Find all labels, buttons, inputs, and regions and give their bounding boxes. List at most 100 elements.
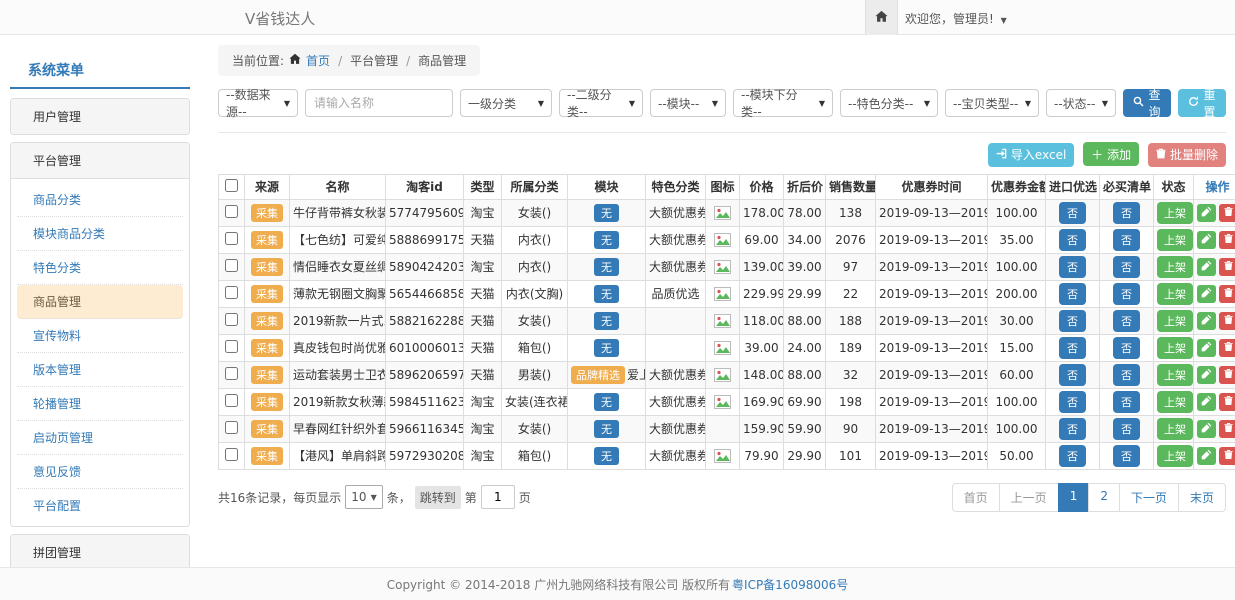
breadcrumb-home-link[interactable]: 首页 [306,52,330,69]
import-excel-button[interactable]: 导入excel [988,143,1074,167]
name-search-input[interactable] [305,89,453,117]
must-buy-toggle[interactable]: 否 [1113,310,1140,332]
page-number-input[interactable] [481,485,515,509]
edit-button[interactable] [1197,420,1216,438]
row-checkbox[interactable] [225,421,238,434]
import-select-toggle[interactable]: 否 [1059,283,1086,305]
row-checkbox[interactable] [225,448,238,461]
edit-button[interactable] [1197,339,1216,357]
sidebar-item[interactable]: 意见反馈 [17,455,183,489]
import-select-toggle[interactable]: 否 [1059,202,1086,224]
must-buy-toggle[interactable]: 否 [1113,364,1140,386]
row-checkbox[interactable] [225,259,238,272]
edit-button[interactable] [1197,393,1216,411]
row-checkbox[interactable] [225,232,238,245]
add-button[interactable]: ＋ 添加 [1083,142,1139,166]
filter-select[interactable]: 一级分类▼ [460,89,552,117]
edit-button[interactable] [1197,447,1216,465]
must-buy-toggle[interactable]: 否 [1113,256,1140,278]
import-select-toggle[interactable]: 否 [1059,229,1086,251]
filter-select[interactable]: --数据来源--▼ [218,89,298,117]
import-select-toggle[interactable]: 否 [1059,418,1086,440]
sidebar-group-label[interactable]: 平台管理 [11,143,189,178]
search-button[interactable]: 查询 [1123,89,1171,117]
filter-select[interactable]: --特色分类--▼ [840,89,938,117]
delete-button[interactable] [1219,312,1235,330]
delete-button[interactable] [1219,393,1235,411]
status-badge[interactable]: 上架 [1157,256,1193,278]
edit-button[interactable] [1197,285,1216,303]
user-menu[interactable]: 欢迎您，管理员! ▼ [905,10,1007,27]
delete-button[interactable] [1219,447,1235,465]
filter-select[interactable]: --模块--▼ [650,89,726,117]
delete-button[interactable] [1219,258,1235,276]
sidebar-item[interactable]: 商品分类 [17,183,183,217]
delete-button[interactable] [1219,339,1235,357]
row-checkbox[interactable] [225,286,238,299]
must-buy-toggle[interactable]: 否 [1113,445,1140,467]
reset-button[interactable]: 重置 [1178,89,1226,117]
sidebar-item[interactable]: 商品管理 [17,285,183,319]
status-badge[interactable]: 上架 [1157,445,1193,467]
row-checkbox[interactable] [225,394,238,407]
icp-link[interactable]: 粤ICP备16098006号 [732,576,848,593]
filter-select[interactable]: --状态--▼ [1046,89,1116,117]
delete-button[interactable] [1219,204,1235,222]
edit-button[interactable] [1197,231,1216,249]
page-button[interactable]: 下一页 [1119,483,1179,512]
must-buy-toggle[interactable]: 否 [1113,283,1140,305]
filter-select[interactable]: --模块下分类--▼ [733,89,833,117]
import-select-toggle[interactable]: 否 [1059,445,1086,467]
must-buy-toggle[interactable]: 否 [1113,337,1140,359]
must-buy-toggle[interactable]: 否 [1113,202,1140,224]
sidebar-item[interactable]: 模块商品分类 [17,217,183,251]
row-checkbox[interactable] [225,367,238,380]
status-badge[interactable]: 上架 [1157,310,1193,332]
page-button[interactable]: 上一页 [999,483,1059,512]
status-badge[interactable]: 上架 [1157,202,1193,224]
import-select-toggle[interactable]: 否 [1059,310,1086,332]
sidebar-item[interactable]: 启动页管理 [17,421,183,455]
sidebar-item[interactable]: 轮播管理 [17,387,183,421]
delete-button[interactable] [1219,231,1235,249]
import-select-toggle[interactable]: 否 [1059,337,1086,359]
page-button[interactable]: 2 [1088,483,1120,512]
row-checkbox[interactable] [225,340,238,353]
row-checkbox[interactable] [225,313,238,326]
status-badge[interactable]: 上架 [1157,283,1193,305]
must-buy-toggle[interactable]: 否 [1113,418,1140,440]
status-badge[interactable]: 上架 [1157,229,1193,251]
delete-button[interactable] [1219,366,1235,384]
page-size-select[interactable]: 10 ▼ [345,485,382,509]
sidebar-item[interactable]: 版本管理 [17,353,183,387]
delete-button[interactable] [1219,285,1235,303]
status-badge[interactable]: 上架 [1157,337,1193,359]
must-buy-toggle[interactable]: 否 [1113,391,1140,413]
page-button[interactable]: 末页 [1178,483,1226,512]
status-badge[interactable]: 上架 [1157,391,1193,413]
sidebar-item[interactable]: 特色分类 [17,251,183,285]
jump-to-button[interactable]: 跳转到 [415,486,461,509]
row-checkbox[interactable] [225,205,238,218]
sidebar-item[interactable]: 宣传物料 [17,319,183,353]
sidebar-group-label[interactable]: 用户管理 [11,99,189,134]
must-buy-toggle[interactable]: 否 [1113,229,1140,251]
status-badge[interactable]: 上架 [1157,364,1193,386]
delete-button[interactable] [1219,420,1235,438]
filter-select[interactable]: --二级分类--▼ [559,89,643,117]
sidebar-group-label[interactable]: 拼团管理 [11,535,189,570]
edit-button[interactable] [1197,312,1216,330]
edit-button[interactable] [1197,204,1216,222]
edit-button[interactable] [1197,258,1216,276]
status-badge[interactable]: 上架 [1157,418,1193,440]
home-button[interactable] [865,0,898,35]
select-all-checkbox[interactable] [225,179,238,192]
import-select-toggle[interactable]: 否 [1059,256,1086,278]
batch-delete-button[interactable]: 批量删除 [1148,143,1226,167]
edit-button[interactable] [1197,366,1216,384]
sidebar-item[interactable]: 平台配置 [17,489,183,522]
filter-select[interactable]: --宝贝类型--▼ [945,89,1039,117]
page-button[interactable]: 1 [1058,483,1090,512]
page-button[interactable]: 首页 [952,483,1000,512]
import-select-toggle[interactable]: 否 [1059,364,1086,386]
